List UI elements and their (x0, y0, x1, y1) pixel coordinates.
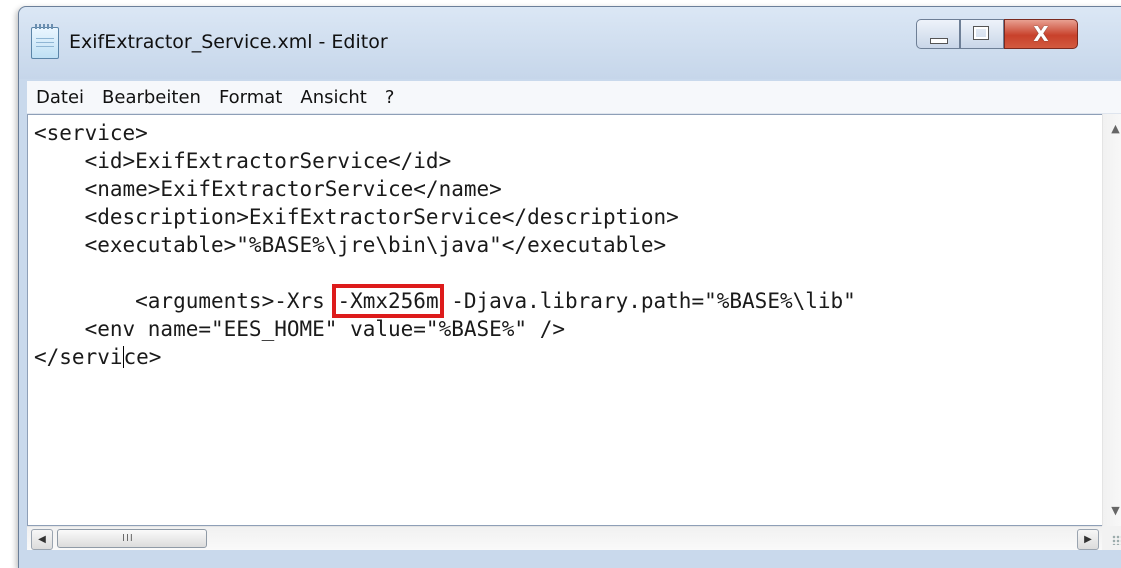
closing-end: ce> (123, 345, 162, 369)
close-icon: X (1033, 22, 1049, 46)
resize-grip-icon[interactable] (1102, 526, 1121, 550)
closing-line: </service> (34, 345, 161, 369)
arguments-suffix: -Djava.library.path="%BASE%\lib" (438, 289, 856, 313)
arguments-line: <arguments>-Xrs -Xmx256m -Djava.library.… (34, 284, 856, 318)
text-editor-area[interactable]: <service> <id>ExifExtractorService</id> … (27, 114, 1102, 526)
minimize-button[interactable] (916, 19, 960, 49)
scroll-left-icon[interactable]: ◀ (31, 529, 53, 550)
code-line: <executable>"%BASE%\jre\bin\java"</execu… (34, 233, 667, 257)
menu-datei[interactable]: Datei (27, 87, 93, 108)
scroll-up-icon[interactable]: ▲ (1103, 118, 1121, 140)
vertical-scrollbar[interactable]: ▲ ▼ (1102, 114, 1121, 526)
title-bar[interactable]: ExifExtractor_Service.xml - Editor X (19, 7, 1121, 79)
code-content[interactable]: <service> <id>ExifExtractorService</id> … (34, 119, 856, 371)
horizontal-scrollbar[interactable]: ◀ III ▶ (27, 526, 1102, 551)
maximize-icon (973, 26, 989, 40)
window-controls: X (916, 19, 1078, 51)
menu-ansicht[interactable]: Ansicht (291, 87, 375, 108)
scroll-down-icon[interactable]: ▼ (1103, 500, 1121, 522)
closing-start: </servi (34, 345, 123, 369)
window-title: ExifExtractor_Service.xml - Editor (69, 31, 388, 53)
thumb-grip: III (122, 533, 134, 544)
code-line: <description>ExifExtractorService</descr… (34, 205, 679, 229)
arguments-prefix: <arguments>-Xrs (34, 289, 338, 313)
menu-bearbeiten[interactable]: Bearbeiten (93, 87, 210, 108)
horizontal-scroll-thumb[interactable]: III (57, 529, 207, 548)
env-line: <env name="EES_HOME" value="%BASE%" /> (34, 317, 566, 341)
notepad-window: ExifExtractor_Service.xml - Editor X Dat… (18, 6, 1121, 568)
highlighted-xmx-option: -Xmx256m (332, 284, 444, 318)
window-bottom-frame (19, 550, 1121, 568)
menu-format[interactable]: Format (210, 87, 291, 108)
close-button[interactable]: X (1004, 19, 1078, 49)
notepad-icon[interactable] (31, 24, 59, 59)
menu-help[interactable]: ? (376, 87, 404, 108)
code-line: <name>ExifExtractorService</name> (34, 177, 502, 201)
maximize-button[interactable] (960, 19, 1004, 49)
minimize-icon (930, 38, 948, 44)
code-line: <service> (34, 121, 148, 145)
scroll-right-icon[interactable]: ▶ (1077, 529, 1099, 550)
menu-bar: Datei Bearbeiten Format Ansicht ? (27, 81, 1121, 114)
code-line: <id>ExifExtractorService</id> (34, 149, 452, 173)
